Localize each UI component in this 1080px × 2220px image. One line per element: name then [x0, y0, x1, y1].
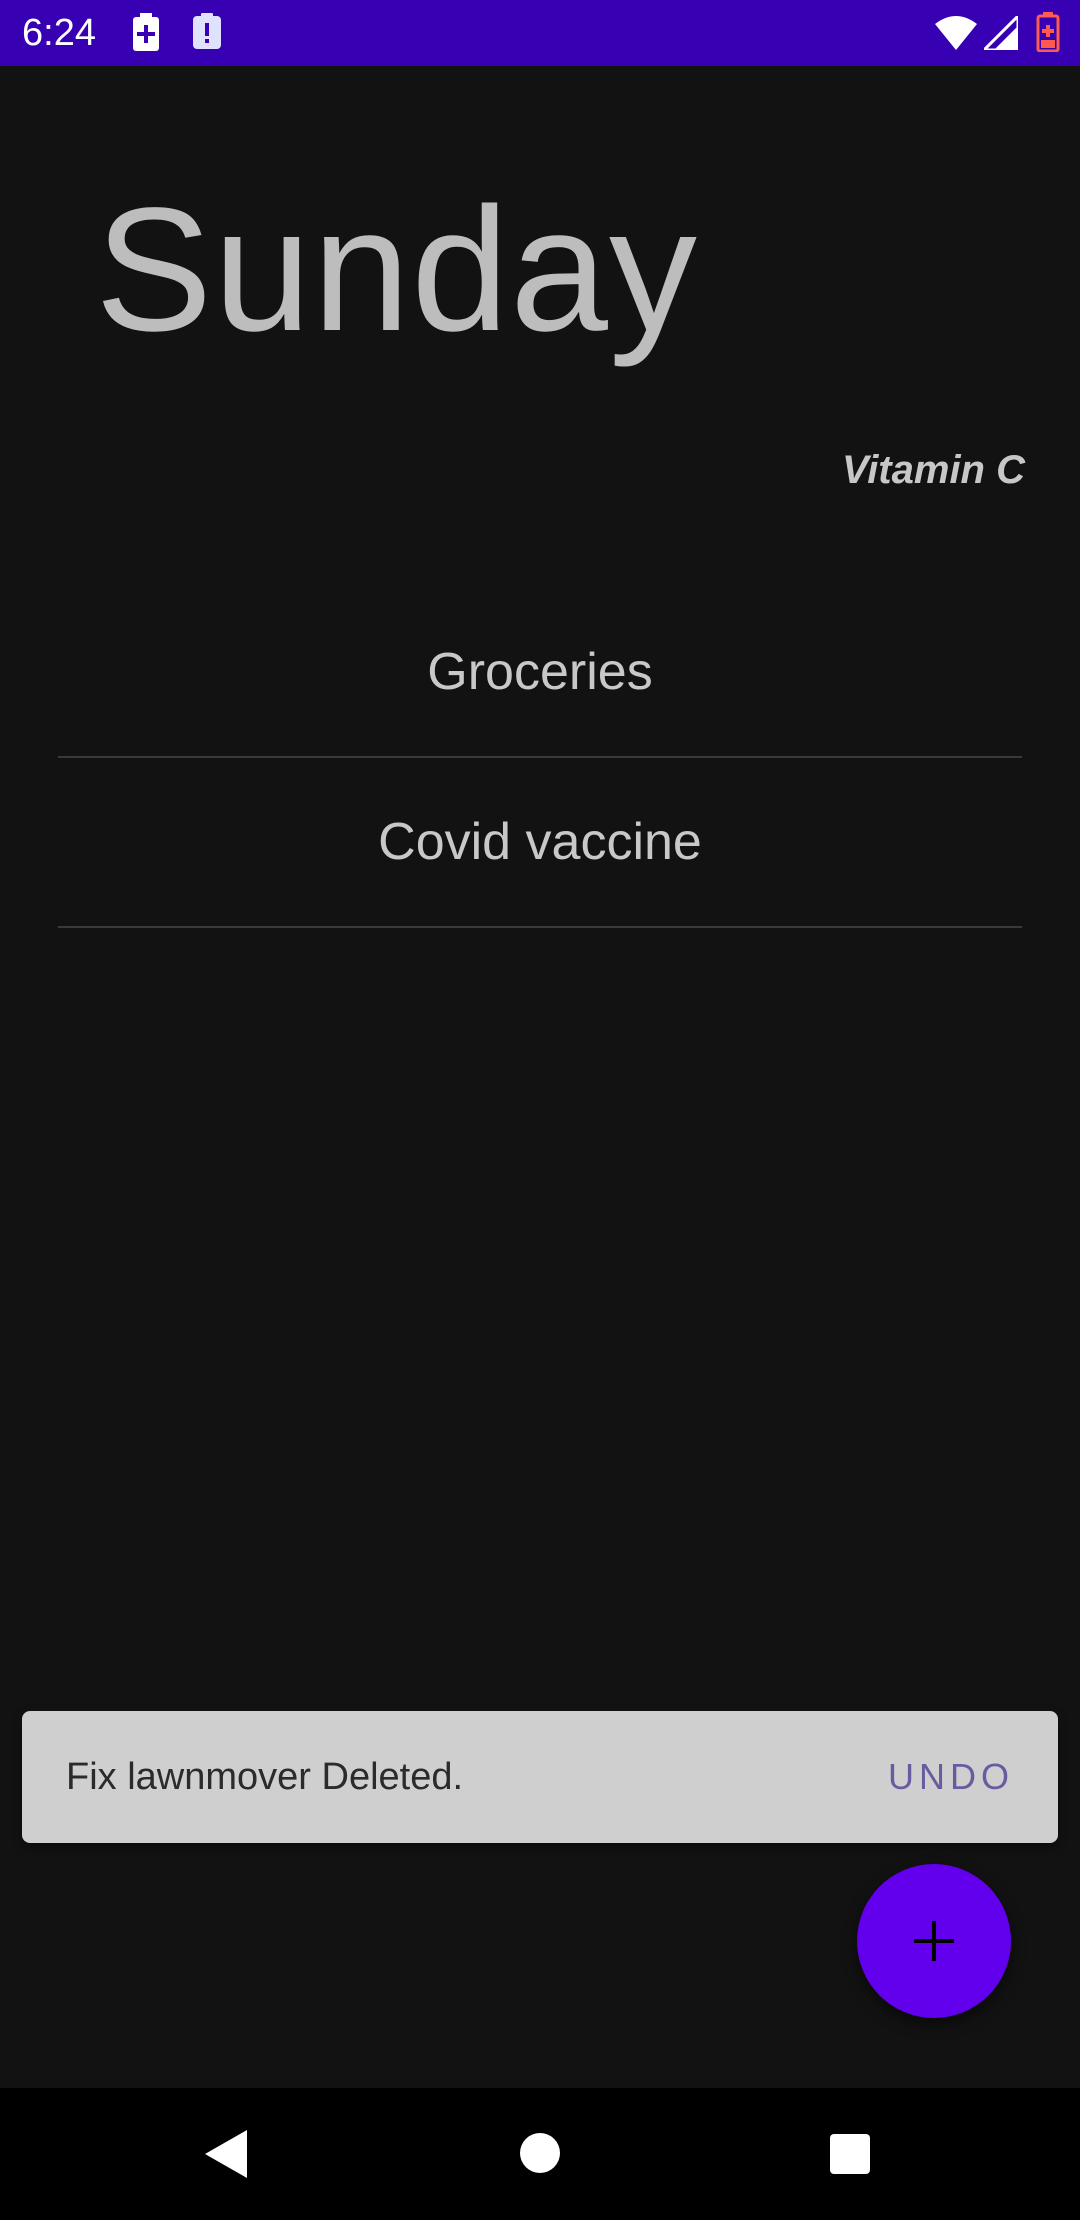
plus-icon: [914, 1921, 954, 1961]
list-item[interactable]: Covid vaccine: [58, 758, 1022, 928]
add-task-button[interactable]: [857, 1864, 1011, 2018]
status-bar: 6:24: [0, 0, 1080, 66]
cell-signal-icon: [984, 16, 1018, 50]
status-time: 6:24: [22, 12, 96, 54]
wifi-icon: [935, 16, 977, 50]
recents-icon[interactable]: [829, 2133, 871, 2175]
alert-clipboard-icon: [192, 13, 222, 49]
app-screen: 6:24 Sunday Vitamin C Groceries Covid va…: [0, 0, 1080, 2220]
list-item[interactable]: Groceries: [58, 588, 1022, 758]
day-subtitle: Vitamin C: [842, 448, 1025, 492]
snackbar: Fix lawnmover Deleted. UNDO: [22, 1711, 1058, 1843]
day-title: Sunday: [95, 172, 698, 368]
task-list: Groceries Covid vaccine: [58, 588, 1022, 928]
battery-saver-icon: [132, 13, 160, 51]
undo-button[interactable]: UNDO: [888, 1756, 1014, 1798]
snackbar-message: Fix lawnmover Deleted.: [66, 1755, 464, 1798]
navigation-bar: [0, 2088, 1080, 2220]
task-label: Covid vaccine: [378, 813, 702, 871]
task-label: Groceries: [427, 643, 653, 701]
home-icon[interactable]: [519, 2132, 561, 2174]
back-icon[interactable]: [205, 2130, 247, 2178]
battery-low-icon: [1036, 12, 1060, 52]
